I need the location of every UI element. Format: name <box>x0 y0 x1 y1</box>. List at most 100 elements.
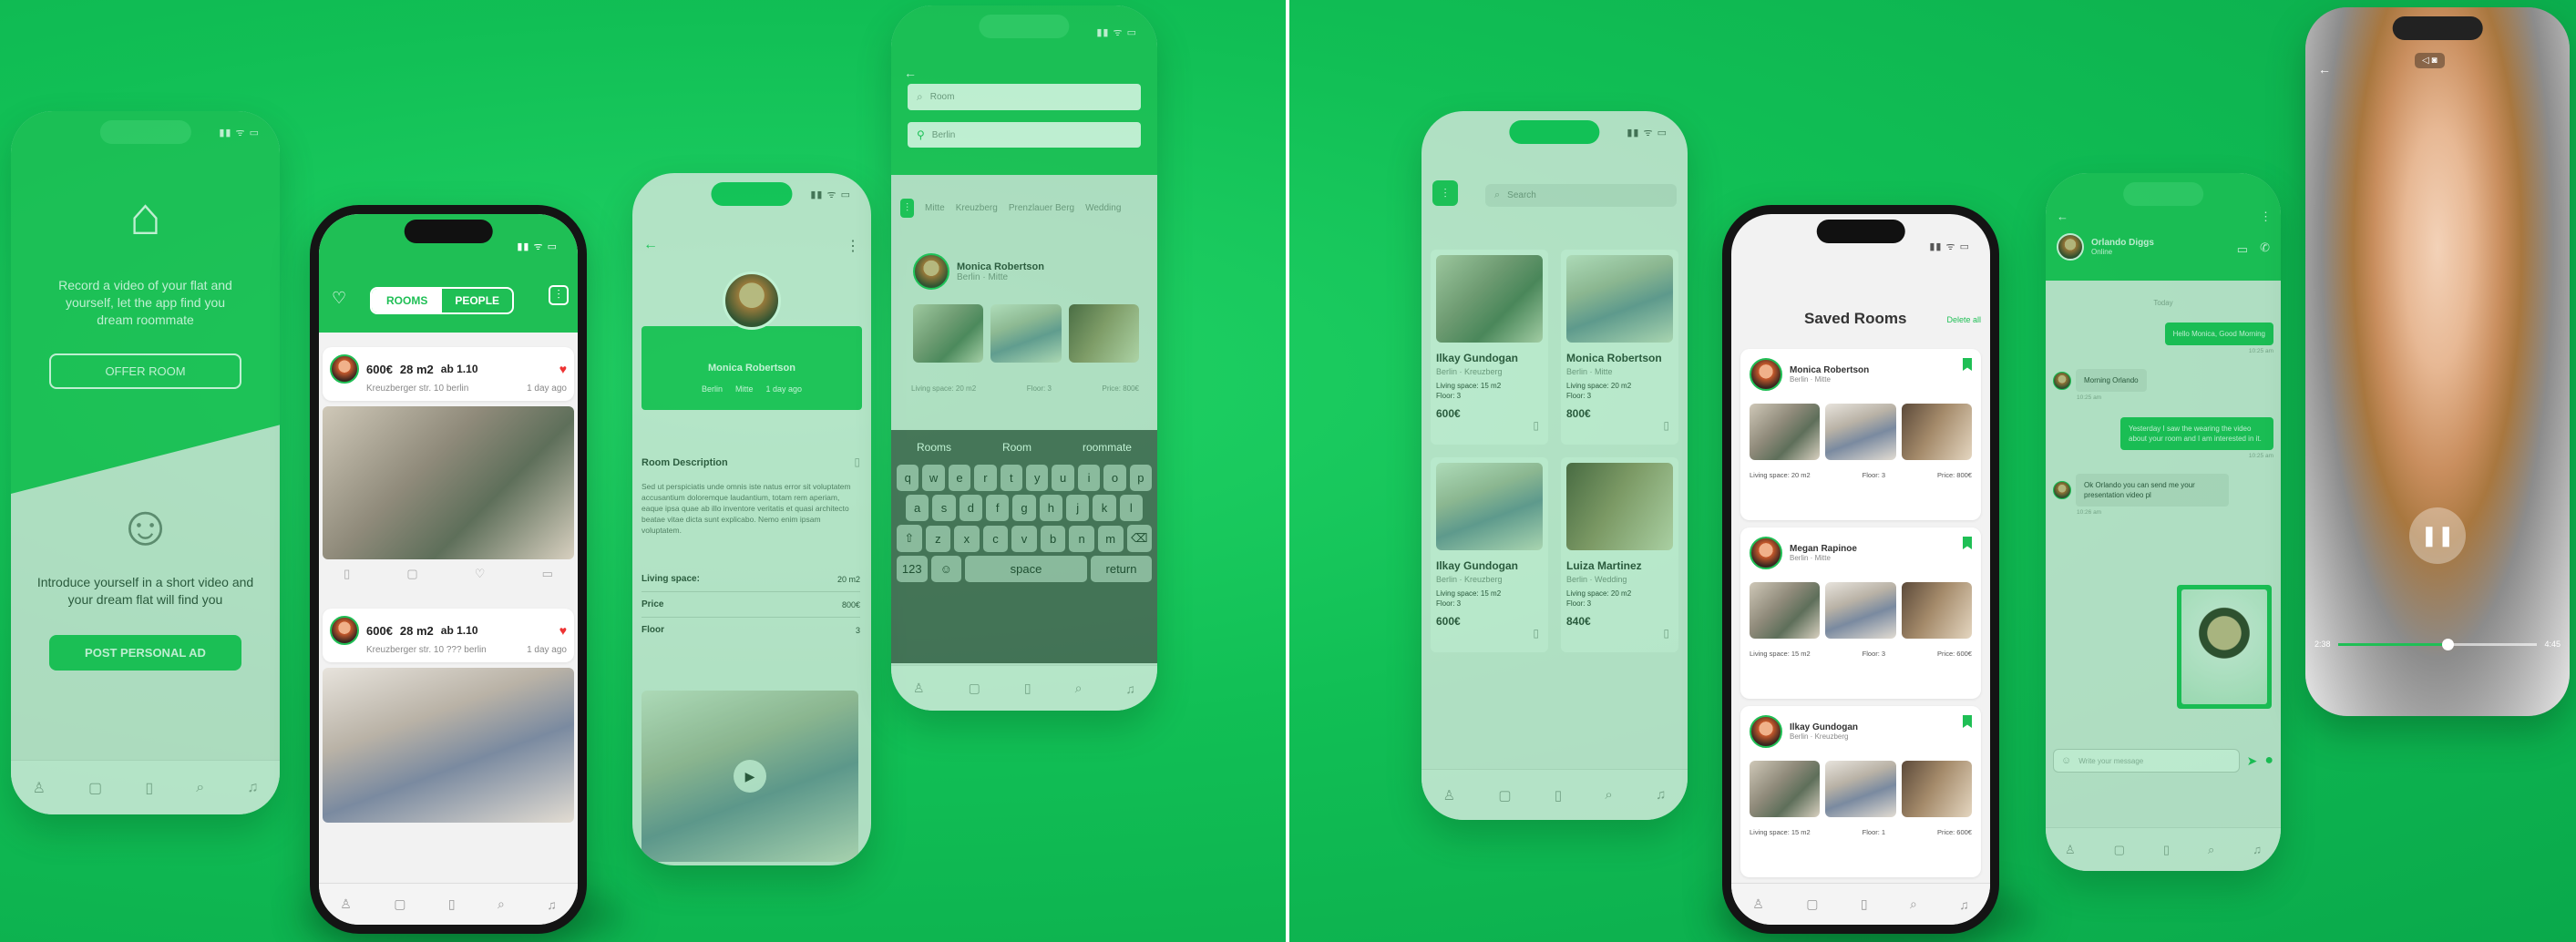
post-personal-ad-button[interactable]: POST PERSONAL AD <box>49 635 241 671</box>
tab-people[interactable]: PEOPLE <box>442 289 512 312</box>
key[interactable]: i <box>1077 465 1101 491</box>
result-photo[interactable] <box>1068 304 1139 363</box>
profile-icon[interactable]: ♙ <box>2065 843 2076 857</box>
room-card[interactable]: Luiza Martinez Berlin · Wedding Living spa… <box>1561 457 1678 652</box>
room-search-input[interactable]: ⌕ Room <box>908 84 1141 110</box>
video-icon[interactable]: ▭ <box>542 567 553 581</box>
profile-icon[interactable]: ♙ <box>913 681 925 696</box>
search-icon[interactable]: ⌕ <box>498 896 505 912</box>
room-photo[interactable] <box>1436 463 1543 550</box>
saved-photo[interactable] <box>1825 761 1896 817</box>
saved-photo[interactable] <box>1901 404 1972 460</box>
bookmark-icon[interactable]: ▯ <box>1533 627 1539 640</box>
key[interactable]: ⇧ <box>897 525 922 552</box>
key[interactable]: g <box>1012 495 1036 521</box>
profile-icon[interactable]: ♙ <box>33 779 46 797</box>
bell-icon[interactable]: ♫ <box>2253 843 2262 856</box>
video-call-icon[interactable]: ▭ <box>2237 242 2248 257</box>
key[interactable]: k <box>1093 495 1116 521</box>
key[interactable]: y <box>1026 465 1049 491</box>
key[interactable]: h <box>1039 495 1062 521</box>
saved-icon[interactable]: ▯ <box>1555 787 1562 804</box>
heart-icon[interactable]: ♡ <box>475 567 486 581</box>
delete-all-link[interactable]: Delete all <box>1946 315 1981 324</box>
search-icon[interactable]: ⌕ <box>2208 843 2214 857</box>
saved-photo[interactable] <box>1750 404 1821 460</box>
profile-icon[interactable]: ♙ <box>340 896 352 912</box>
listing-photo[interactable] <box>323 406 574 559</box>
filter-icon[interactable]: ⫶ <box>549 285 569 305</box>
city-search-input[interactable]: ⚲ Berlin <box>908 122 1141 148</box>
saved-room-card[interactable]: Ilkay Gundogan Berlin · Kreuzberg Living s… <box>1740 706 1981 877</box>
key[interactable]: s <box>932 495 956 521</box>
saved-icon[interactable]: ▯ <box>145 779 153 797</box>
key-space[interactable]: space <box>965 556 1087 582</box>
filter-icon[interactable]: ⫶ <box>900 199 915 218</box>
filter-icon[interactable]: ⫶ <box>1432 180 1458 206</box>
offer-room-button[interactable]: OFFER ROOM <box>49 353 241 389</box>
saved-icon[interactable]: ▯ <box>2163 843 2170 857</box>
key-123[interactable]: 123 <box>897 556 928 582</box>
suggestion[interactable]: Rooms <box>917 441 951 454</box>
saved-photo[interactable] <box>1825 404 1896 460</box>
chat-icon[interactable]: ▢ <box>1806 896 1818 912</box>
more-icon[interactable]: ⋮ <box>846 237 860 255</box>
bell-icon[interactable]: ♫ <box>247 780 258 796</box>
video-message[interactable] <box>2177 585 2272 709</box>
pause-icon[interactable]: ❚❚ <box>2409 507 2466 564</box>
saved-room-card[interactable]: Monica Robertson Berlin · Mitte Living spa… <box>1740 349 1981 520</box>
key-emoji[interactable]: ☺ <box>930 556 961 582</box>
back-icon[interactable]: ← <box>643 237 658 253</box>
room-photo[interactable] <box>1566 255 1673 343</box>
chip-prenzlauer-berg[interactable]: Prenzlauer Berg <box>1009 203 1074 213</box>
back-icon[interactable]: ← <box>904 66 917 80</box>
play-icon[interactable]: ▶ <box>734 760 766 793</box>
bell-icon[interactable]: ♫ <box>1656 787 1666 803</box>
mic-icon[interactable]: ● <box>2264 753 2273 769</box>
key[interactable]: a <box>906 495 929 521</box>
saved-icon[interactable]: ▯ <box>1024 681 1031 696</box>
key[interactable]: t <box>1000 465 1023 491</box>
search-icon[interactable]: ⌕ <box>1605 787 1612 803</box>
saved-room-card[interactable]: Megan Rapinoe Berlin · Mitte Living space:… <box>1740 527 1981 699</box>
chat-icon[interactable]: ▢ <box>406 567 417 581</box>
chat-icon[interactable]: ▢ <box>2114 843 2125 857</box>
bookmark-icon[interactable]: ▯ <box>1533 419 1539 432</box>
room-card[interactable]: Ilkay Gundogan Berlin · Kreuzberg Living s… <box>1431 250 1548 445</box>
key[interactable]: p <box>1129 465 1153 491</box>
saved-photo[interactable] <box>1901 761 1972 817</box>
back-icon[interactable]: ← <box>2318 62 2331 77</box>
bookmark-icon[interactable]: ▯ <box>1663 419 1669 432</box>
send-icon[interactable]: ➤ <box>2247 753 2258 769</box>
bookmark-icon[interactable] <box>1963 537 1972 549</box>
list-item[interactable]: 600€ 28 m2 ab 1.10 ♥ Kreuzberger str. 10… <box>323 609 574 662</box>
key[interactable]: x <box>954 525 980 552</box>
profile-icon[interactable]: ♙ <box>1443 787 1455 804</box>
profile-icon[interactable]: ♙ <box>1752 896 1764 912</box>
key[interactable]: b <box>1040 525 1066 552</box>
bell-icon[interactable]: ♫ <box>1959 897 1969 912</box>
saved-icon[interactable]: ▯ <box>448 896 456 912</box>
key[interactable]: d <box>959 495 982 521</box>
suggestion[interactable]: roommate <box>1083 441 1132 454</box>
chat-icon[interactable]: ▢ <box>394 896 405 912</box>
suggestion[interactable]: Room <box>1002 441 1031 454</box>
key[interactable]: n <box>1069 525 1094 552</box>
chat-icon[interactable]: ▢ <box>88 779 102 797</box>
key-return[interactable]: return <box>1091 556 1152 582</box>
list-item[interactable]: 600€ 28 m2 ab 1.10 ♥ Kreuzberger str. 10… <box>323 347 574 401</box>
heart-icon[interactable]: ♥ <box>559 362 567 376</box>
back-icon[interactable]: ← <box>2057 210 2068 223</box>
search-icon[interactable]: ⌕ <box>196 780 204 796</box>
room-photo[interactable] <box>1436 255 1543 343</box>
bell-icon[interactable]: ♫ <box>1125 681 1135 696</box>
phone-icon[interactable]: ✆ <box>2260 241 2270 255</box>
chip-wedding[interactable]: Wedding <box>1085 203 1121 213</box>
key[interactable]: z <box>925 525 951 552</box>
result-photo[interactable] <box>913 304 984 363</box>
heart-icon[interactable]: ♡ <box>332 289 346 308</box>
key[interactable]: o <box>1103 465 1126 491</box>
saved-icon[interactable]: ▯ <box>1861 896 1868 912</box>
key[interactable]: v <box>1011 525 1037 552</box>
message-input[interactable]: ☺ Write your message <box>2053 749 2240 773</box>
